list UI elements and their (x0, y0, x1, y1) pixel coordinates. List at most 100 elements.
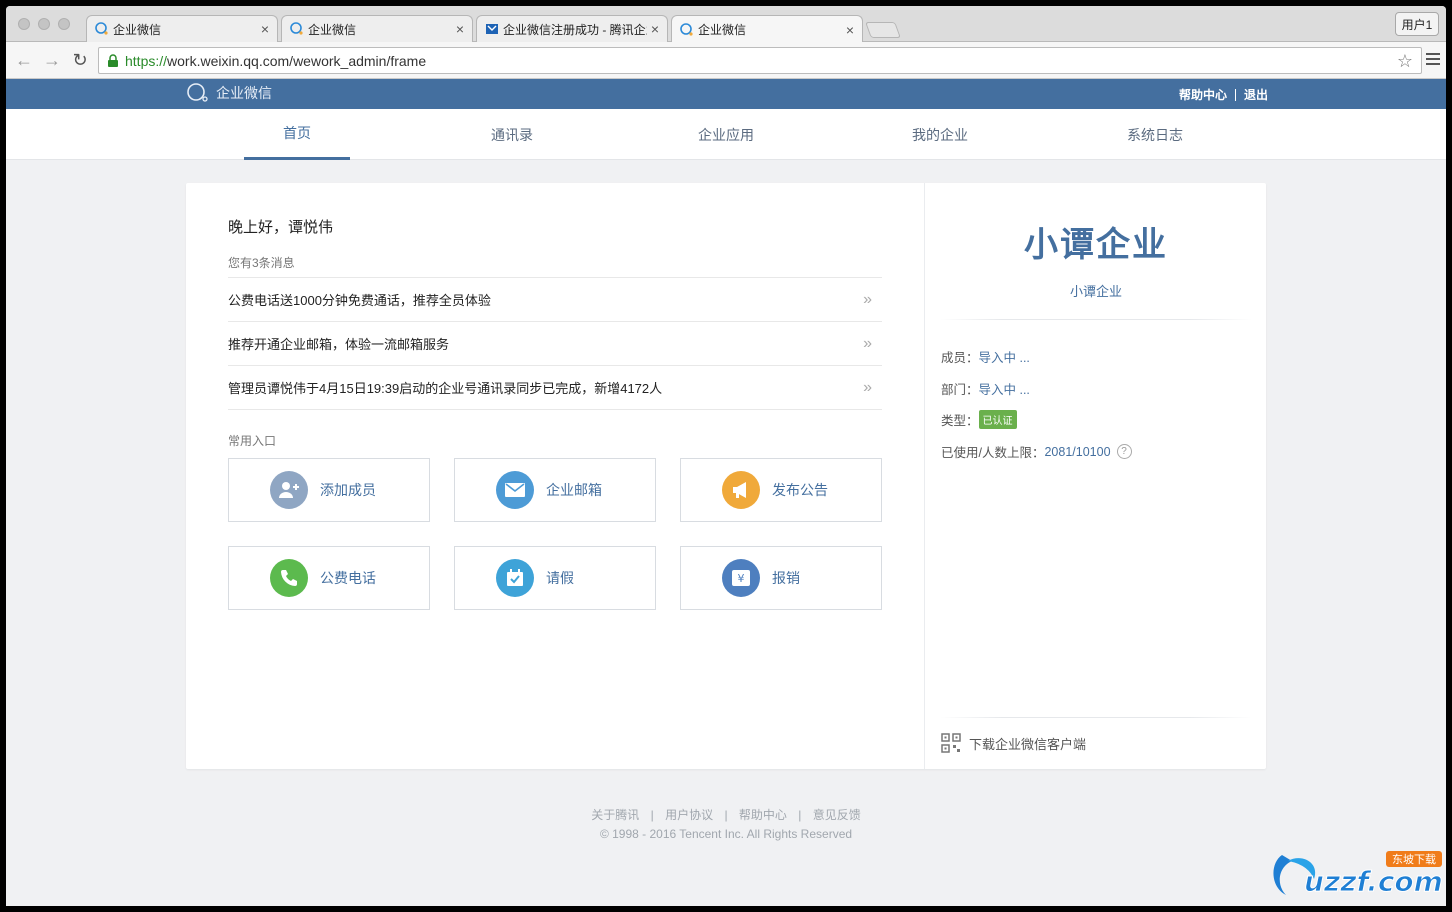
address-bar[interactable]: https:// work.weixin.qq.com/wework_admin… (98, 47, 1422, 74)
departments-info: 部门： 导入中 ... (941, 379, 1030, 398)
usage-value: 2081/10100 (1044, 444, 1111, 459)
browser-tab-active[interactable]: 企业微信 × (671, 15, 863, 43)
post-announcement-button[interactable]: 发布公告 (680, 458, 882, 522)
tencent-icon (486, 24, 498, 34)
verified-badge: 已认证 (978, 410, 1017, 429)
members-value: 导入中 ... (978, 351, 1030, 365)
divider (940, 717, 1252, 718)
browser-tab[interactable]: 企业微信注册成功 - 腾讯企业 × (476, 15, 668, 42)
company-subname: 小谭企业 (1069, 284, 1122, 299)
app-header: 企业微信 帮助中心 退出 (6, 79, 1446, 109)
tab-label: 企业微信注册成功 - 腾讯企业 (503, 22, 647, 37)
back-icon[interactable]: ← (14, 50, 34, 70)
public-phone-button[interactable]: 公费电话 (228, 546, 430, 610)
footer-links: 关于腾讯 | 用户协议 | 帮助中心 | 意见反馈 (6, 806, 1446, 823)
footer-link-help[interactable]: 帮助中心 (739, 808, 787, 822)
mail-icon (496, 471, 534, 509)
forward-icon[interactable]: → (42, 50, 62, 70)
double-chevron-icon: » (863, 290, 872, 308)
add-member-button[interactable]: 添加成员 (228, 458, 430, 522)
logo[interactable]: 企业微信 (186, 83, 272, 103)
message-count: 您有3条消息 (228, 256, 295, 270)
lock-icon (108, 53, 118, 67)
close-window-button[interactable] (18, 18, 30, 30)
wechat-work-icon (680, 22, 693, 36)
close-icon[interactable]: × (261, 21, 269, 37)
close-icon[interactable]: × (456, 21, 464, 37)
minimize-window-button[interactable] (38, 18, 50, 30)
list-item[interactable]: 公费电话送1000分钟免费通话，推荐全员体验 » (228, 278, 882, 322)
footer-separator: | (650, 808, 654, 822)
url-text: work.weixin.qq.com/wework_admin/frame (167, 52, 427, 69)
departments-value: 导入中 ... (978, 383, 1030, 397)
tab-strip: 企业微信 × 企业微信 × 企业微信注册成功 - 腾讯企业 × 企业微信 × 用… (6, 6, 1446, 43)
footer-separator: | (724, 808, 728, 822)
dashboard-card: 晚上好，谭悦伟 您有3条消息 公费电话送1000分钟免费通话，推荐全员体验 » … (186, 183, 1266, 769)
tab-contacts[interactable]: 通讯录 (459, 109, 565, 160)
message-text: 公费电话送1000分钟免费通话，推荐全员体验 (228, 293, 491, 308)
corporate-mail-button[interactable]: 企业邮箱 (454, 458, 656, 522)
browser-toolbar: ← → ↻ https:// work.weixin.qq.com/wework… (6, 42, 1446, 79)
reload-icon[interactable]: ↻ (70, 50, 90, 70)
new-tab-button[interactable] (865, 22, 901, 38)
divider (940, 319, 1252, 320)
message-text: 推荐开通企业邮箱，体验一流邮箱服务 (228, 337, 450, 352)
browser-window: 企业微信 × 企业微信 × 企业微信注册成功 - 腾讯企业 × 企业微信 × 用… (6, 6, 1446, 906)
browser-tab[interactable]: 企业微信 × (281, 15, 473, 42)
tab-label: 企业微信 (308, 22, 357, 37)
browser-menu-icon[interactable] (1426, 53, 1440, 69)
list-item[interactable]: 管理员谭悦伟于4月15日19:39启动的企业号通讯录同步已完成，新增4172人 … (228, 366, 882, 410)
divider (1235, 88, 1237, 101)
browser-tab[interactable]: 企业微信 × (86, 15, 278, 42)
tab-apps[interactable]: 企业应用 (673, 109, 779, 160)
bookmark-star-icon[interactable]: ☆ (1397, 51, 1413, 72)
tab-home[interactable]: 首页 (244, 109, 350, 160)
members-info: 成员： 导入中 ... (941, 347, 1030, 366)
leave-request-button[interactable]: 请假 (454, 546, 656, 610)
yen-icon: ¥ (722, 559, 760, 597)
help-icon[interactable]: ? (1116, 444, 1132, 459)
tab-label: 企业微信 (698, 23, 747, 37)
footer-link-terms[interactable]: 用户协议 (665, 808, 713, 822)
tab-system-log[interactable]: 系统日志 (1102, 109, 1208, 160)
qr-code-icon (941, 733, 961, 753)
double-chevron-icon: » (863, 334, 872, 352)
shortcut-label: 添加成员 (320, 482, 376, 498)
wechat-work-icon (290, 22, 303, 35)
add-member-icon (270, 471, 308, 509)
company-panel: 小谭企业 小谭企业 成员： 导入中 ... 部门： 导入中 ... 类型： 已认… (926, 183, 1266, 769)
list-item[interactable]: 推荐开通企业邮箱，体验一流邮箱服务 » (228, 322, 882, 366)
shortcut-label: 企业邮箱 (546, 482, 602, 498)
download-label: 下载企业微信客户端 (969, 736, 1087, 752)
svg-text:uzzf.com: uzzf.com (1304, 865, 1443, 898)
main-nav: 首页 通讯录 企业应用 我的企业 系统日志 (6, 109, 1446, 160)
phone-icon (270, 559, 308, 597)
svg-text:东坡下载: 东坡下载 (1392, 853, 1436, 866)
zoom-window-button[interactable] (58, 18, 70, 30)
section-title: 常用入口 (228, 434, 277, 448)
members-label: 成员： (941, 351, 979, 365)
wechat-work-icon (95, 22, 108, 35)
double-chevron-icon: » (863, 378, 872, 396)
reimbursement-button[interactable]: ¥ 报销 (680, 546, 882, 610)
close-icon[interactable]: × (846, 22, 854, 38)
usage-info: 已使用/人数上限： 2081/10100 ? (941, 442, 1132, 461)
departments-label: 部门： (941, 383, 979, 397)
footer-link-feedback[interactable]: 意见反馈 (813, 808, 861, 822)
shortcut-label: 公费电话 (320, 570, 376, 586)
left-panel: 晚上好，谭悦伟 您有3条消息 公费电话送1000分钟免费通话，推荐全员体验 » … (186, 183, 925, 769)
logo-text: 企业微信 (216, 85, 272, 101)
shortcut-label: 请假 (546, 570, 574, 586)
download-client-link[interactable]: 下载企业微信客户端 (941, 733, 1086, 753)
help-center-link[interactable]: 帮助中心 (1179, 86, 1227, 103)
megaphone-icon (722, 471, 760, 509)
type-info: 类型： 已认证 (941, 410, 1017, 429)
tab-my-company[interactable]: 我的企业 (887, 109, 993, 160)
footer-link-about[interactable]: 关于腾讯 (591, 808, 639, 822)
company-name: 小谭企业 (1024, 226, 1168, 264)
close-icon[interactable]: × (651, 21, 659, 37)
shortcut-label: 报销 (772, 570, 800, 586)
logout-link[interactable]: 退出 (1244, 86, 1268, 103)
profile-button[interactable]: 用户1 (1395, 12, 1439, 36)
type-label: 类型： (941, 414, 979, 428)
